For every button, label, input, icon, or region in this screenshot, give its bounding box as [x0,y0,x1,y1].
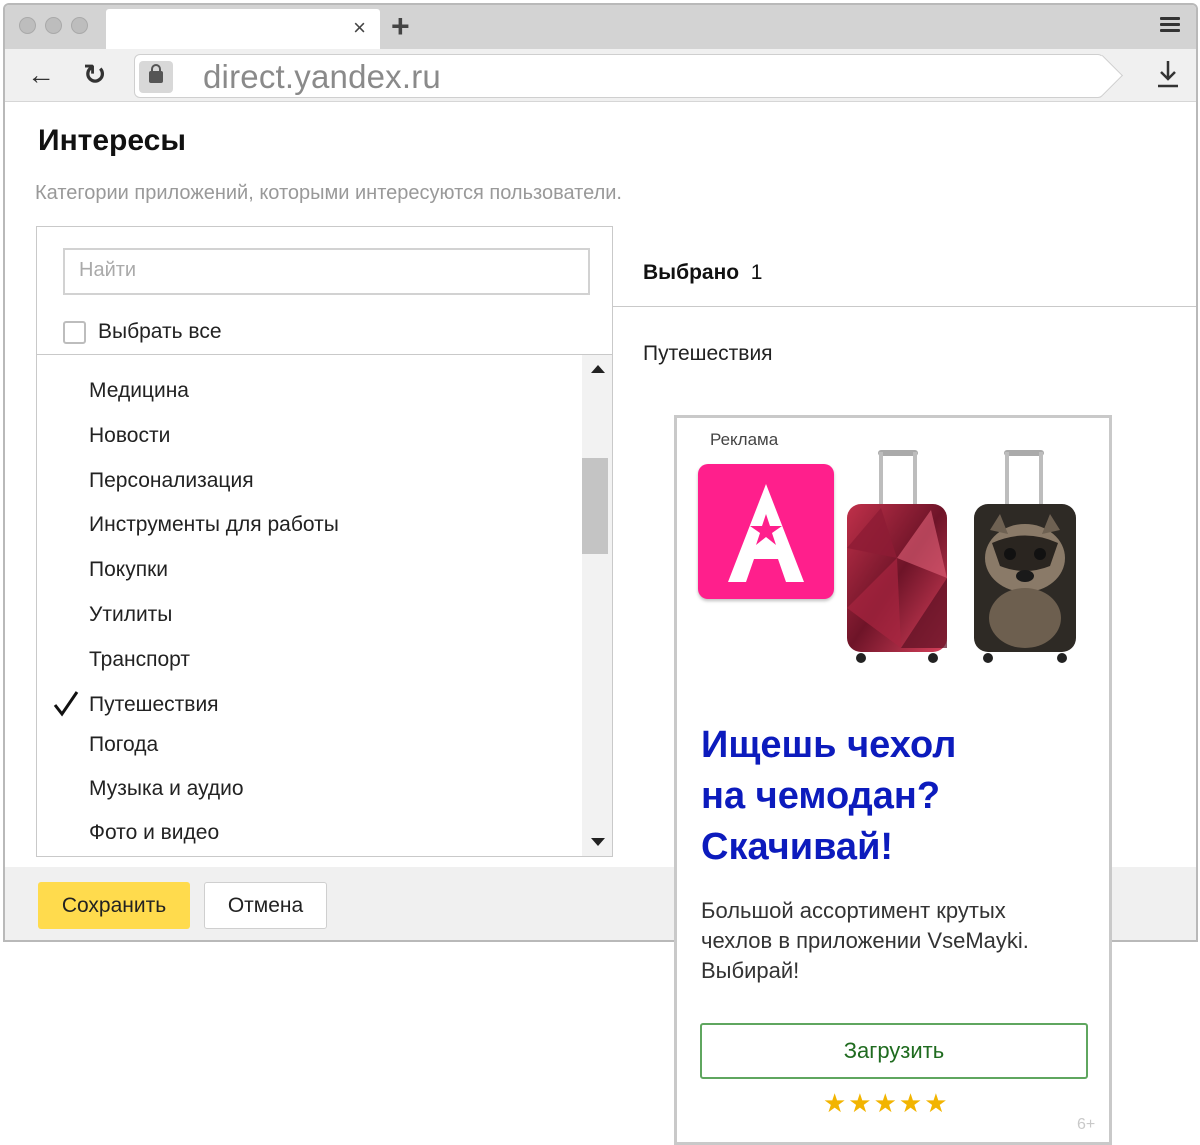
minimize-window-button[interactable] [45,17,62,34]
save-button[interactable]: Сохранить [38,882,190,929]
page-title: Интересы [38,124,186,157]
list-item[interactable]: Транспорт [89,648,190,672]
search-input[interactable]: Найти [63,248,590,295]
rating-stars: ★★★★★ [823,1088,950,1118]
reload-icon[interactable]: ↻ [83,60,106,90]
list-item[interactable]: Погода [89,733,158,757]
select-all-label: Выбрать все [98,320,222,343]
selected-label: Выбрано [643,261,740,284]
list-item[interactable]: Персонализация [89,469,254,493]
scrollbar[interactable] [582,355,612,856]
tab-bar: × + [5,5,1196,49]
selected-heading: Выбрано 1 [643,261,762,285]
close-window-button[interactable] [19,17,36,34]
red-suitcase-image [847,450,947,663]
selected-item[interactable]: Путешествия [643,342,773,366]
window-controls [19,17,88,34]
scroll-down-arrow-icon[interactable] [591,838,605,846]
lock-icon [139,61,173,93]
list-item[interactable]: Фото и видео [89,821,219,845]
app-logo-icon [698,464,834,599]
age-rating: 6+ [1077,1116,1096,1133]
search-placeholder: Найти [79,259,137,281]
checkmark-icon [53,691,79,717]
download-button[interactable]: Загрузить [700,1023,1088,1079]
address-bar[interactable]: direct.yandex.ru [134,54,1104,98]
divider [613,306,1196,307]
ad-label: Реклама [710,430,779,449]
ad-card[interactable]: Реклама Ищешь чехол на чемодан? Скачивай… [674,415,1112,1145]
new-tab-button[interactable]: + [391,10,410,42]
back-arrow-icon[interactable]: ← [27,61,55,89]
list-item[interactable]: Инструменты для работы [89,513,339,537]
page-subtitle: Категории приложений, которыми интересую… [35,182,622,204]
category-list: Медицина Новости Персонализация Инструме… [37,355,582,856]
list-item-selected[interactable]: Путешествия [89,693,219,717]
cancel-button[interactable]: Отмена [204,882,327,929]
list-item[interactable]: Покупки [89,558,168,582]
close-tab-icon[interactable]: × [353,16,366,40]
browser-tab[interactable]: × [106,9,380,49]
list-item[interactable]: Медицина [89,379,189,403]
category-picker: Найти Выбрать все Медицина Новости Персо… [36,226,613,857]
url-text: direct.yandex.ru [203,58,441,95]
hamburger-menu-icon[interactable] [1160,17,1180,33]
maximize-window-button[interactable] [71,17,88,34]
scroll-thumb[interactable] [582,458,608,554]
list-item[interactable]: Музыка и аудио [89,777,244,801]
list-item[interactable]: Новости [89,424,170,448]
browser-toolbar: ← ↻ direct.yandex.ru [5,49,1196,102]
scroll-up-arrow-icon[interactable] [591,365,605,373]
select-all-checkbox[interactable] [63,320,86,344]
download-icon[interactable] [1156,59,1180,89]
raccoon-suitcase-image [974,450,1076,663]
ad-body-text: Большой ассортимент крутых чехлов в прил… [701,898,1029,983]
list-item[interactable]: Утилиты [89,603,172,627]
selected-count: 1 [750,261,763,284]
select-all-row[interactable]: Выбрать все [63,320,222,344]
ad-headline[interactable]: Ищешь чехол на чемодан? Скачивай! [701,720,1001,873]
